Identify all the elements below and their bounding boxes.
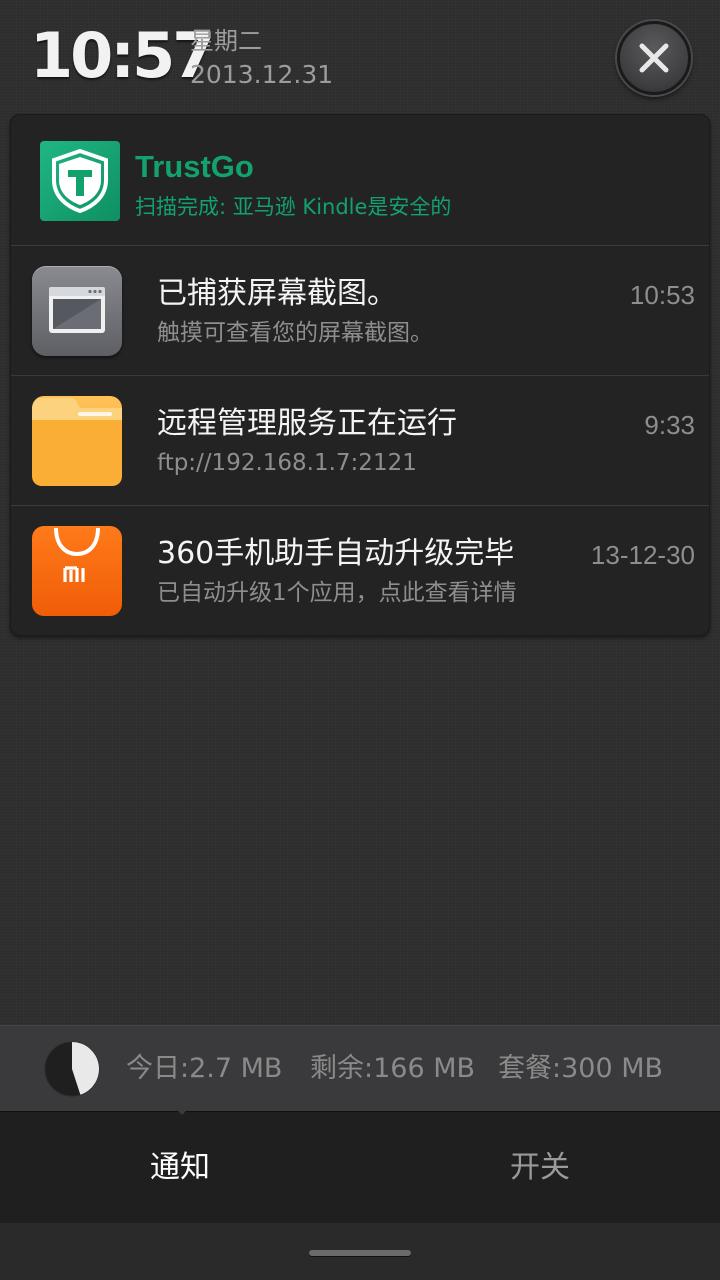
- screenshot-window-icon: [32, 266, 122, 356]
- notification-subtitle: ftp://192.168.1.7:2121: [157, 450, 417, 476]
- notification-time: 9:33: [644, 410, 695, 440]
- active-tab-indicator: [168, 1101, 196, 1115]
- notification-subtitle: 扫描完成: 亚马逊 Kindle是安全的: [135, 195, 452, 219]
- tab-toggles[interactable]: 开关: [360, 1112, 720, 1224]
- mi-shopping-bag-icon: [32, 526, 122, 616]
- panel-tabs: 通知 开关: [0, 1111, 720, 1223]
- close-icon: [639, 43, 669, 73]
- notification-trustgo[interactable]: TrustGo 扫描完成: 亚马逊 Kindle是安全的: [11, 115, 709, 246]
- trustgo-shield-icon: [40, 141, 120, 221]
- notification-ftp[interactable]: 远程管理服务正在运行 ftp://192.168.1.7:2121 9:33: [11, 376, 709, 506]
- data-usage-plan: 套餐:300 MB: [498, 1053, 664, 1084]
- folder-icon: [32, 396, 122, 486]
- notification-title: TrustGo: [135, 149, 254, 184]
- notification-list: TrustGo 扫描完成: 亚马逊 Kindle是安全的 已捕获屏幕截图。 触摸…: [10, 114, 710, 636]
- notification-time: 13-12-30: [590, 540, 695, 570]
- weekday-label: 星期二: [190, 27, 262, 55]
- notification-title: 360手机助手自动升级完毕: [157, 536, 515, 571]
- data-usage-today: 今日:2.7 MB: [126, 1053, 283, 1084]
- notification-subtitle: 已自动升级1个应用，点此查看详情: [157, 580, 517, 606]
- status-header: 10:57 星期二 2013.12.31: [0, 0, 720, 112]
- tab-notifications[interactable]: 通知: [0, 1112, 360, 1224]
- drag-handle[interactable]: [309, 1250, 411, 1256]
- date-label: 2013.12.31: [190, 60, 334, 89]
- notification-title: 远程管理服务正在运行: [157, 406, 457, 441]
- data-usage-remaining: 剩余:166 MB: [310, 1053, 476, 1084]
- notification-time: 10:53: [629, 280, 695, 310]
- notification-title: 已捕获屏幕截图。: [157, 276, 397, 311]
- data-usage-pie-icon: [44, 1041, 100, 1097]
- clear-notifications-button[interactable]: [617, 21, 691, 95]
- clock: 10:57: [30, 19, 215, 92]
- notification-screenshot[interactable]: 已捕获屏幕截图。 触摸可查看您的屏幕截图。 10:53: [11, 246, 709, 376]
- notification-mi-store[interactable]: 360手机助手自动升级完毕 已自动升级1个应用，点此查看详情 13-12-30: [11, 506, 709, 635]
- notification-subtitle: 触摸可查看您的屏幕截图。: [157, 320, 433, 346]
- data-usage-bar[interactable]: 今日:2.7 MB 剩余:166 MB 套餐:300 MB: [0, 1025, 720, 1111]
